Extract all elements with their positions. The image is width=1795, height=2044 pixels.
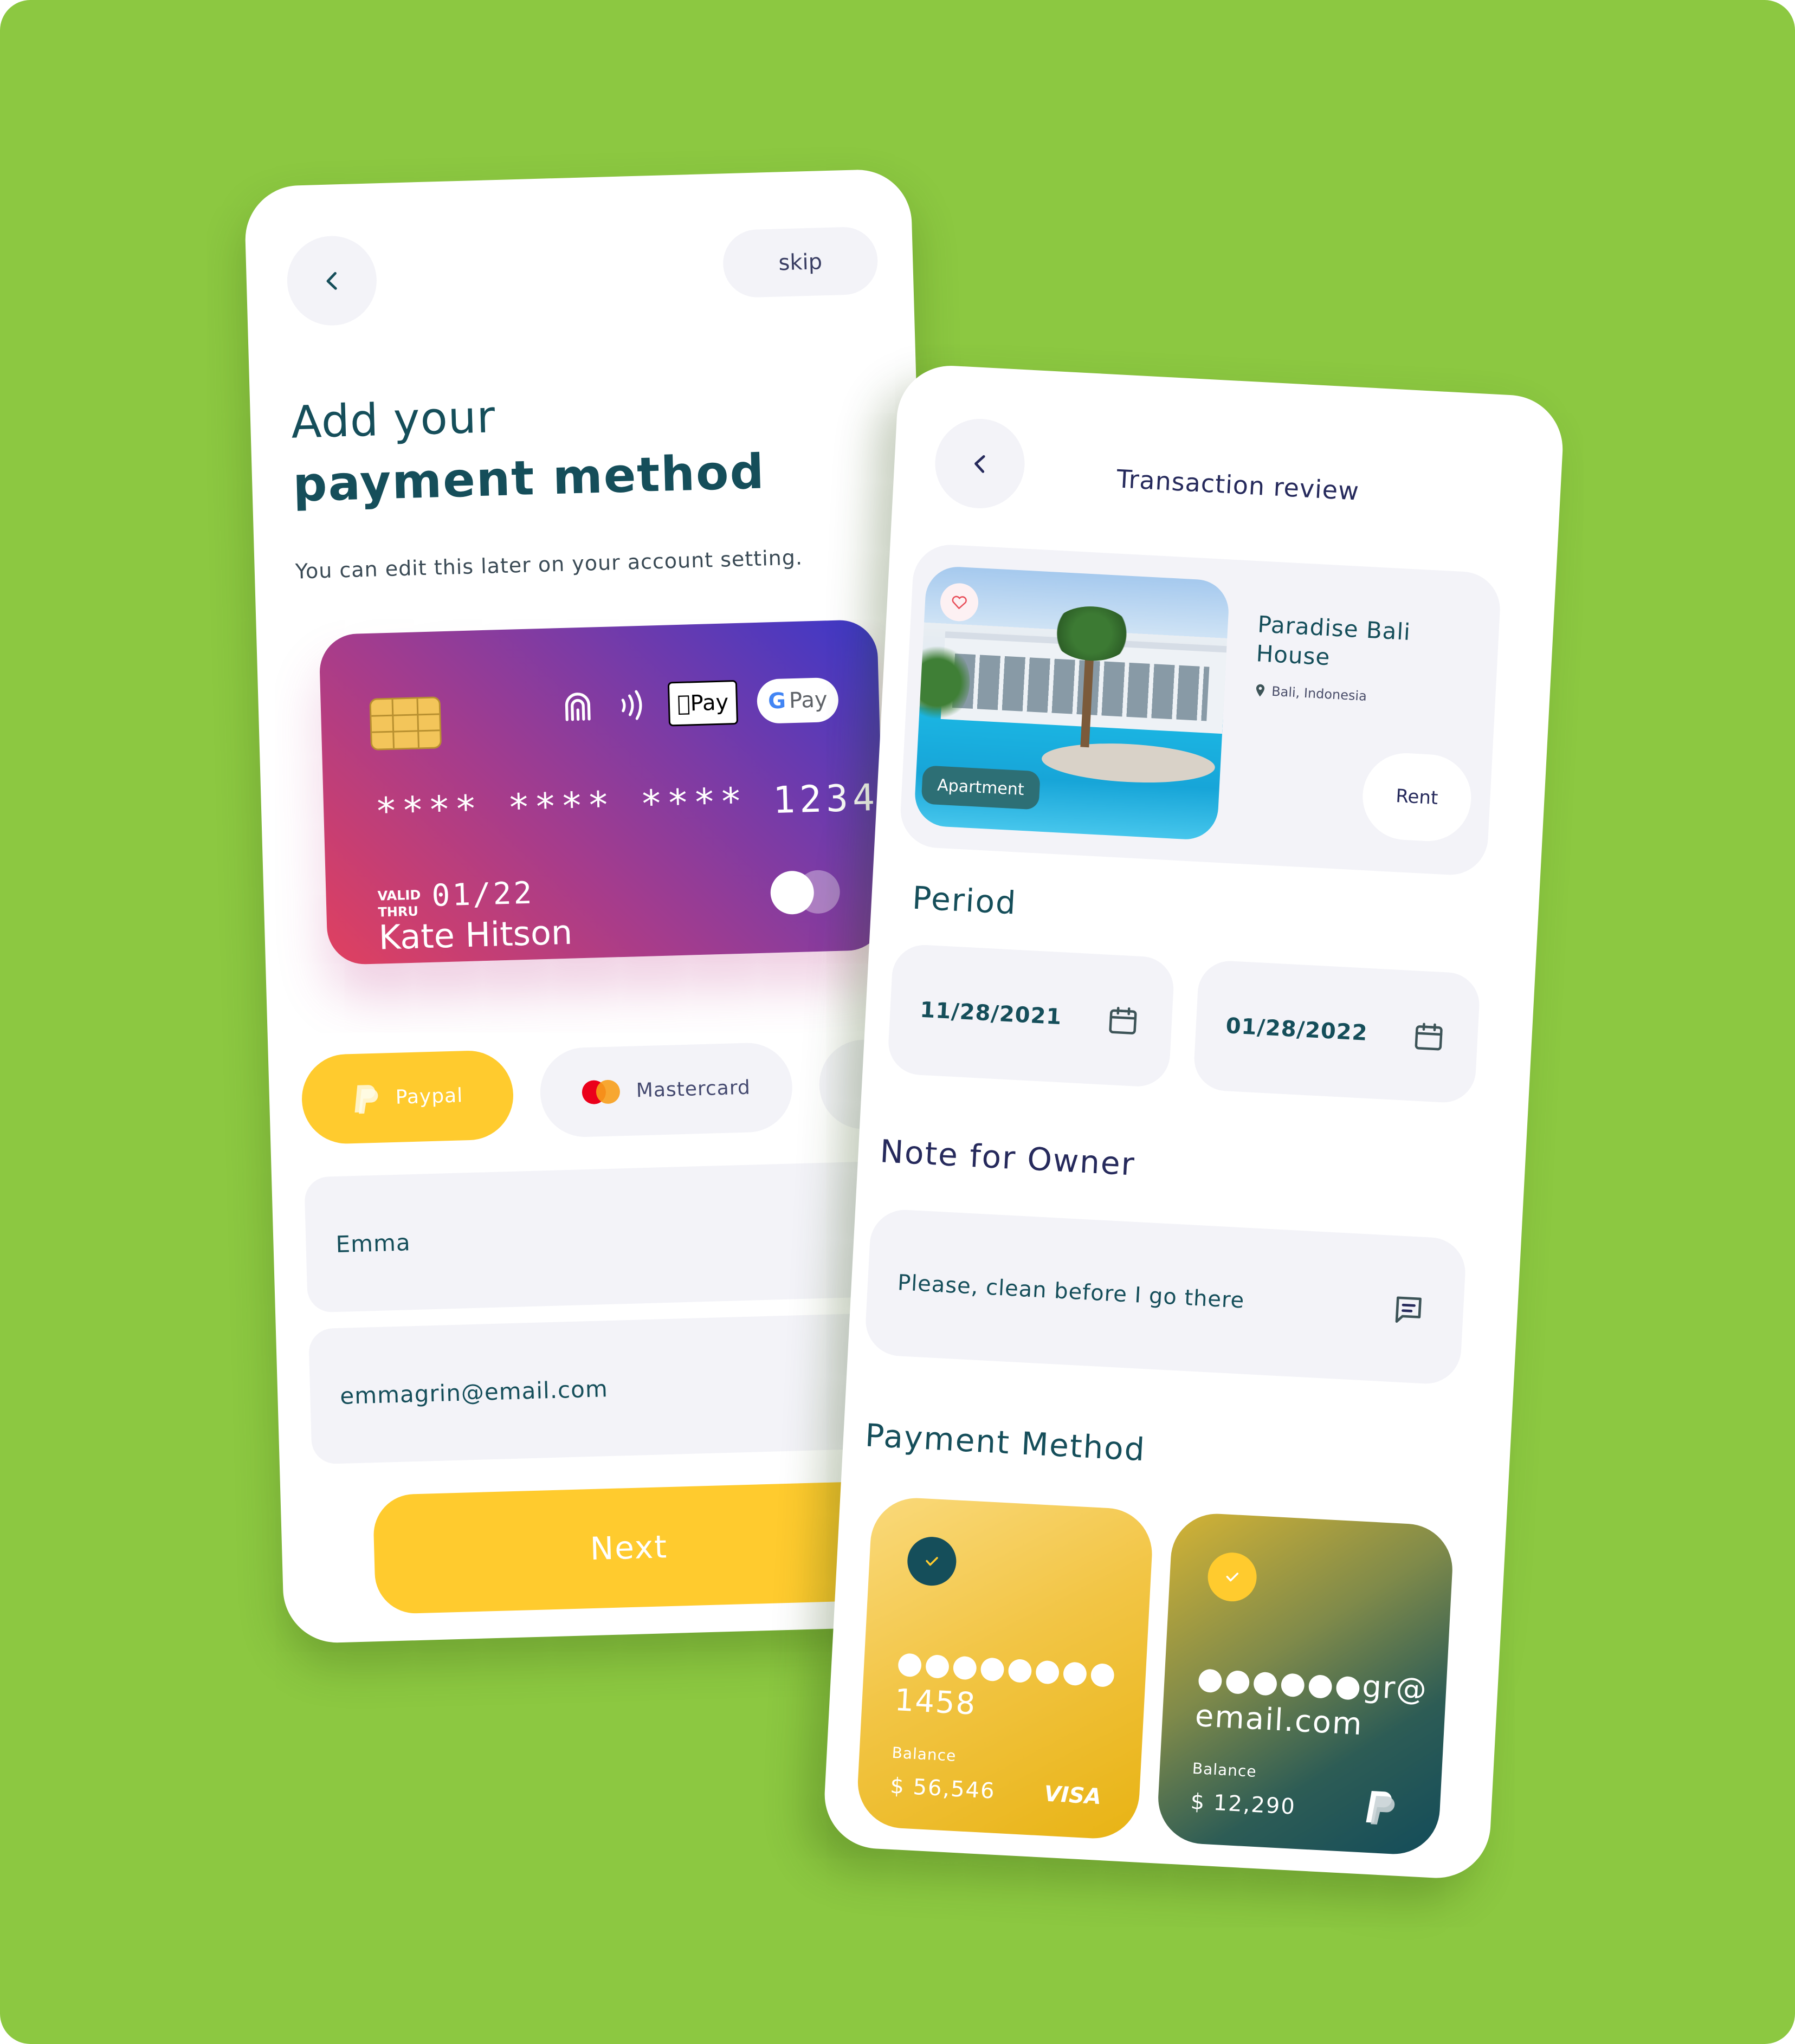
balance-value: $ 56,546 [889, 1773, 996, 1804]
payment-method-title: Payment Method [864, 1416, 1147, 1469]
end-date-input[interactable]: 01/28/2022 [1192, 959, 1481, 1104]
location-pin-icon [1256, 684, 1265, 697]
heart-icon [952, 596, 967, 609]
favorite-button[interactable] [939, 582, 979, 623]
tab-label: Mastercard [636, 1076, 751, 1102]
balance-label: Balance [891, 1743, 957, 1765]
paypal-payment-card[interactable]: ●●●●●●gr@ email.com Balance $ 12,290 [1155, 1511, 1455, 1857]
message-icon [1395, 1296, 1422, 1323]
page-title-line1: Add your [290, 391, 496, 449]
note-title: Note for Owner [879, 1133, 1137, 1183]
note-input[interactable]: Please, clean before I go there [864, 1208, 1467, 1386]
back-button[interactable] [286, 235, 378, 327]
skip-button[interactable]: skip [722, 226, 879, 299]
period-title: Period [911, 879, 1018, 922]
chip-icon [369, 696, 442, 751]
card-number: **** **** **** 1234 [375, 776, 880, 833]
tab-mastercard[interactable]: Mastercard [539, 1042, 794, 1139]
visa-logo: VISA [1043, 1781, 1102, 1810]
selected-check [906, 1535, 958, 1587]
background-frame: skip Add your payment method You can edi… [0, 0, 1795, 2044]
masked-card-number: ●●●●●●●● 1458 [894, 1645, 1118, 1722]
google-pay-logo: G Pay [756, 677, 839, 724]
property-card[interactable]: Apartment Paradise Bali House Bali, Indo… [899, 542, 1502, 877]
property-location: Bali, Indonesia [1254, 683, 1367, 704]
chevron-left-icon [326, 271, 337, 290]
contactless-icon [621, 690, 642, 720]
calendar-icon [1415, 1023, 1443, 1051]
expiry-date: 01/22 [431, 875, 535, 914]
skip-label: skip [778, 249, 823, 276]
credit-card-preview[interactable]: Pay GPay **** **** **** 1234 VALID THRU… [319, 619, 886, 966]
property-photo: Apartment [913, 565, 1230, 841]
header-title: Transaction review [1116, 464, 1360, 506]
visa-payment-card[interactable]: ●●●●●●●● 1458 Balance $ 56,546 VISA [855, 1496, 1154, 1841]
balance-label: Balance [1192, 1759, 1257, 1781]
mastercard-logo [770, 869, 842, 915]
check-icon [926, 1557, 938, 1566]
apple-pay-logo: Pay [667, 680, 739, 727]
apple-icon:  [677, 691, 690, 716]
name-input[interactable]: Emma [304, 1160, 926, 1313]
category-badge: Apartment [921, 765, 1041, 810]
tab-paypal[interactable]: Paypal [300, 1049, 515, 1145]
email-input[interactable]: emmagrin@email.com [308, 1311, 930, 1465]
fingerprint-icon [565, 693, 591, 721]
page-subtitle: You can edit this later on your account … [295, 545, 803, 584]
check-icon [1226, 1573, 1239, 1582]
transaction-review-screen: Transaction review Apartment Paradise Ba… [822, 363, 1566, 1881]
masked-paypal-email: ●●●●●●gr@ email.com [1194, 1660, 1429, 1743]
property-name: Paradise Bali House [1255, 611, 1412, 671]
balance-value: $ 12,290 [1190, 1789, 1296, 1820]
tab-label: Paypal [395, 1084, 463, 1109]
page-title-line2: payment method [292, 443, 766, 513]
selected-check [1206, 1551, 1258, 1603]
paypal-icon [354, 1084, 378, 1114]
calendar-icon [1109, 1006, 1137, 1034]
rent-button[interactable]: Rent [1360, 751, 1474, 844]
card-holder-name: Kate Hitson [378, 912, 573, 958]
valid-thru-label: VALID THRU [377, 887, 421, 920]
mastercard-icon [582, 1079, 621, 1104]
paypal-logo [1366, 1791, 1395, 1825]
start-date-input[interactable]: 11/28/2021 [887, 943, 1176, 1088]
